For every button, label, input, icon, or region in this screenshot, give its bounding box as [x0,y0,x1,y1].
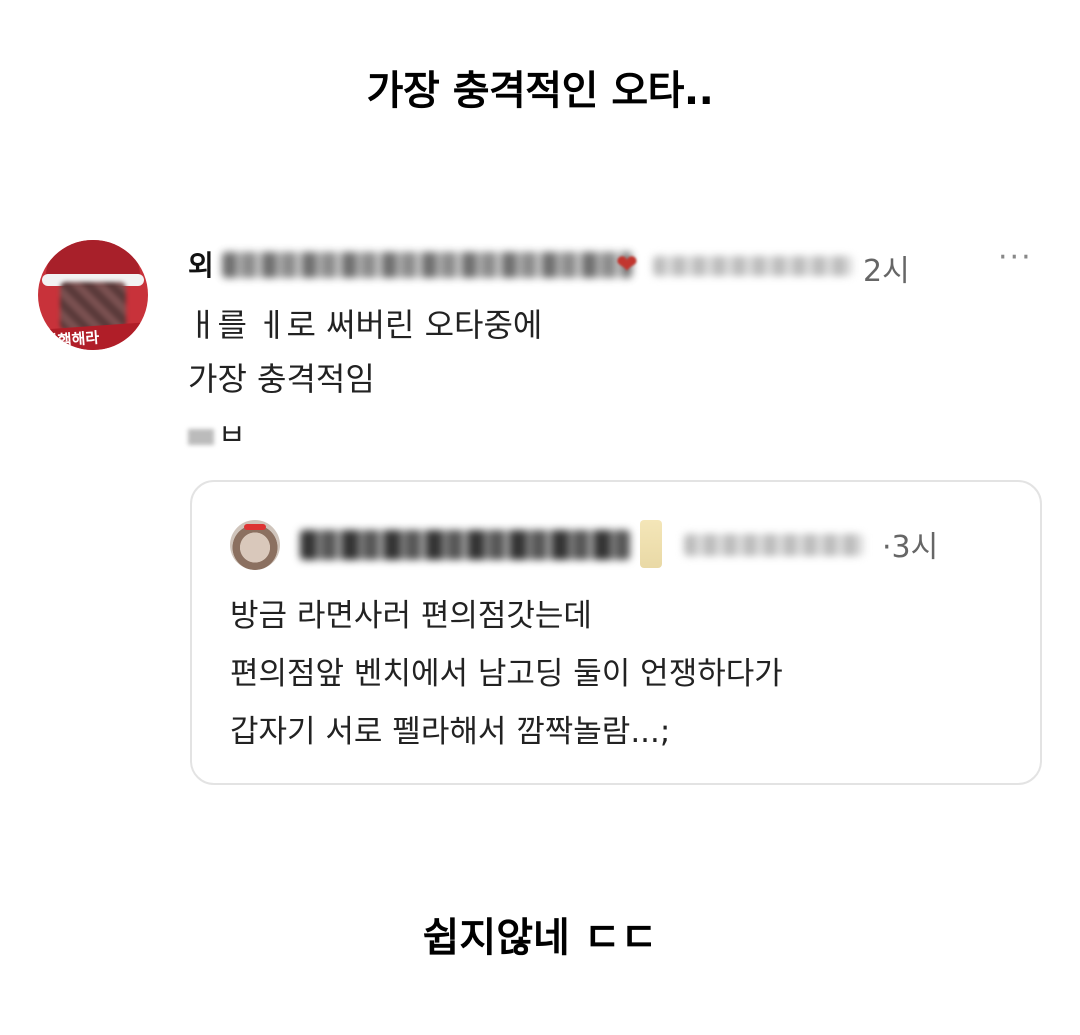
blurred-face [60,282,126,330]
page-footline: 쉽지않네 ㄷㄷ [422,915,658,961]
quote-line-1: 방금 라면사러 편의점갓는데 [230,598,592,634]
candle-icon [640,520,662,568]
quote-line-3: 갑자기 서로 펠라해서 깜짝놀람...; [230,714,671,750]
post-timestamp: 2시 [863,254,910,289]
quote-line-2: 편의점앞 벤치에서 남고딩 둘이 언쟁하다가 [230,656,783,692]
post-body: ㅐ를 ㅔ로 써버린 오타중에 가장 충격적임 [188,298,542,406]
post-extra-line: ㅂ [188,410,246,454]
quoted-author-avatar[interactable] [230,520,280,570]
heart-icon: ❤ [616,250,638,280]
post-extra-text: ㅂ [218,418,246,453]
post-header: 외 ❤ 2시 ··· [188,240,1068,289]
blurred-quoted-author-name [300,530,630,560]
post-line-2: 가장 충격적임 [188,360,375,398]
author-name[interactable]: 외 [188,244,214,284]
blurred-author-handle [653,256,853,276]
blurred-author-name [222,252,632,278]
quoted-post-timestamp: ·3시 [882,530,939,565]
page-headline: 가장 충격적인 오타.. [366,68,714,114]
more-options-icon[interactable]: ··· [998,240,1033,275]
quoted-post-card[interactable]: ·3시 방금 라면사러 편의점갓는데 편의점앞 벤치에서 남고딩 둘이 언쟁하다… [190,480,1042,785]
blurred-char [188,428,214,445]
quoted-post-time: 3시 [891,530,939,565]
quoted-post-body: 방금 라면사러 편의점갓는데 편의점앞 벤치에서 남고딩 둘이 언쟁하다가 갑자… [230,587,783,761]
post-line-1: ㅐ를 ㅔ로 써버린 오타중에 [188,306,543,344]
blurred-quoted-author-handle [684,534,864,556]
post-screenshot: 탄핵해라 외 ❤ 2시 ··· ㅐ를 ㅔ로 써버린 오타중에 가장 충격적임 ㅂ… [28,230,1068,790]
author-avatar[interactable]: 탄핵해라 [38,240,148,350]
avatar-banner-text: 탄핵해라 [38,322,148,350]
